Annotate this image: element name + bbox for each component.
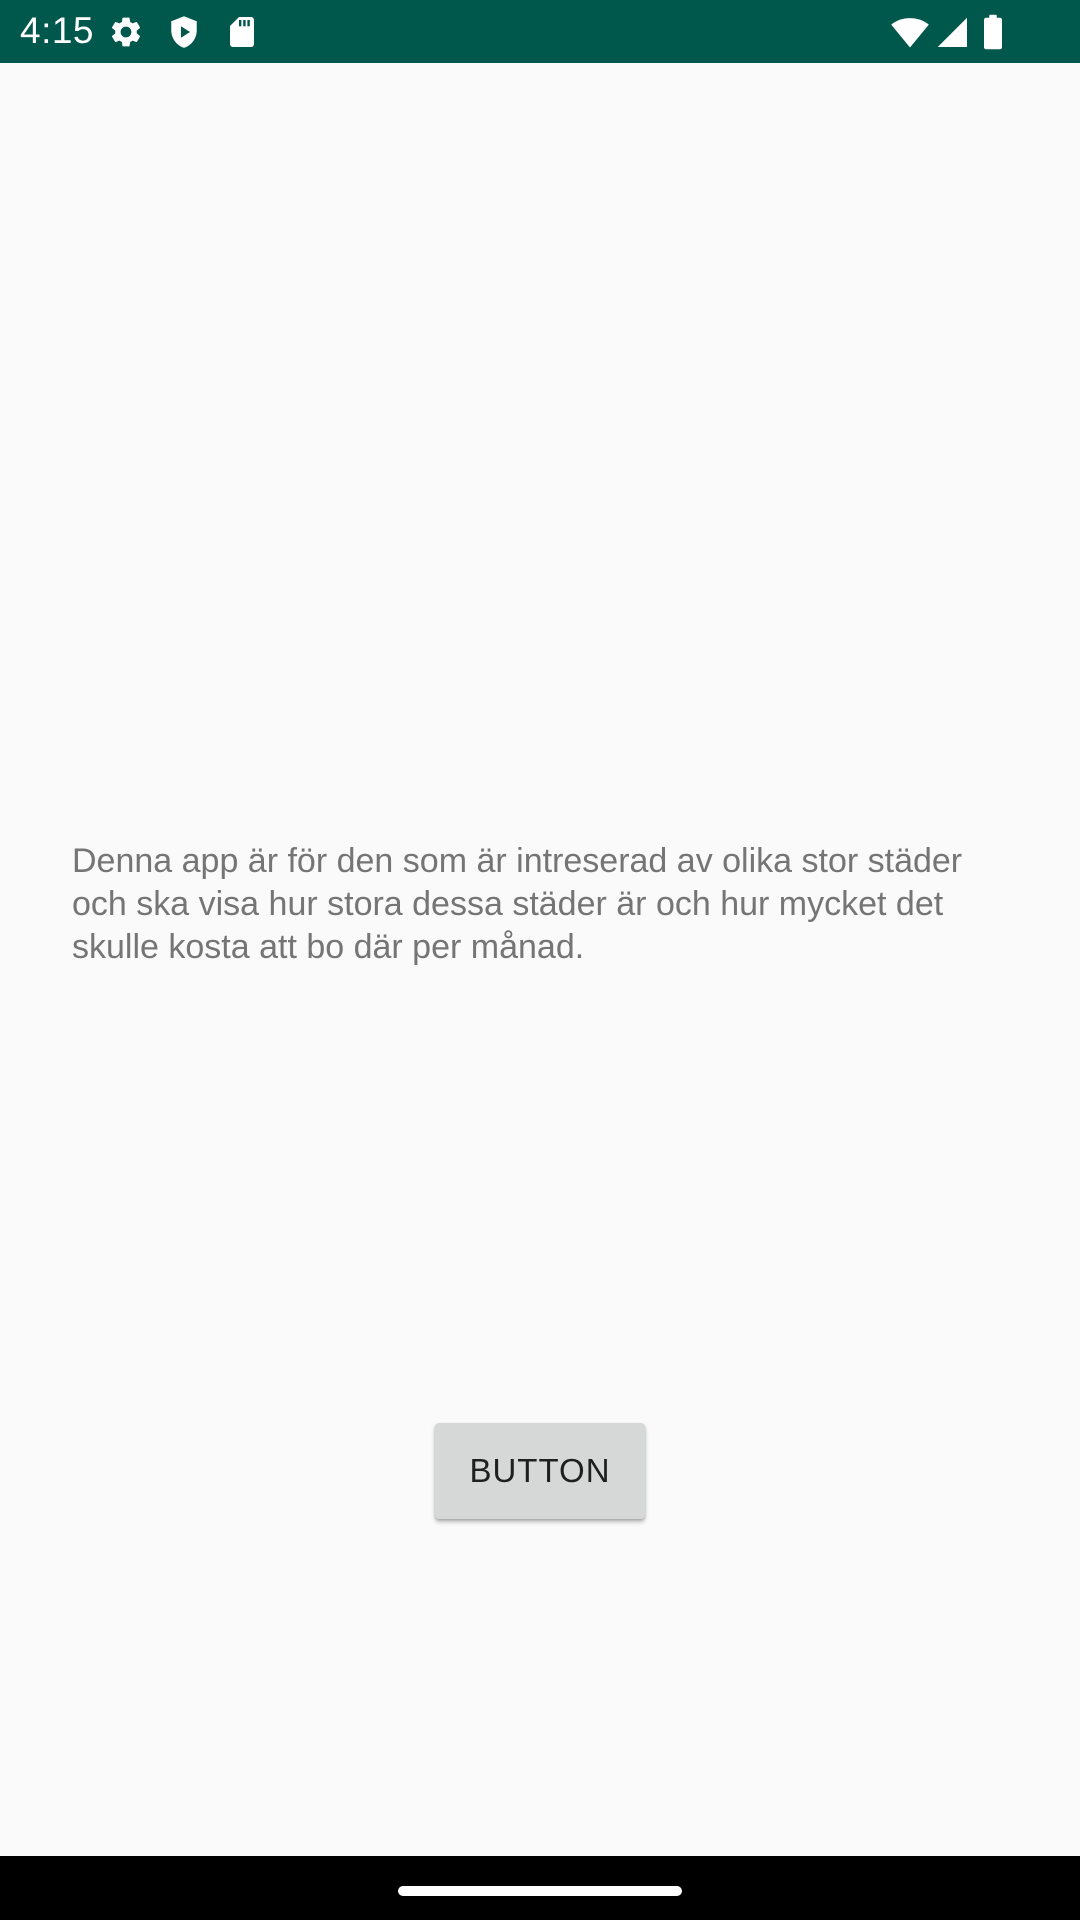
navigation-bar — [0, 1856, 1080, 1920]
app-description: Denna app är för den som är intreserad a… — [72, 842, 963, 966]
gear-icon — [112, 17, 141, 47]
main-button[interactable]: BUTTON — [435, 1423, 645, 1519]
status-time: 4:15 — [20, 10, 95, 51]
battery-icon — [984, 14, 1002, 50]
status-bar: 4:15 — [0, 0, 1080, 63]
signal-icon — [937, 17, 967, 47]
shield-icon — [171, 16, 197, 48]
home-handle[interactable] — [398, 1886, 682, 1896]
wifi-icon — [891, 18, 929, 48]
sd-card-icon — [230, 17, 254, 47]
main-content: Denna app är för den som är intreserad a… — [0, 63, 1080, 1856]
